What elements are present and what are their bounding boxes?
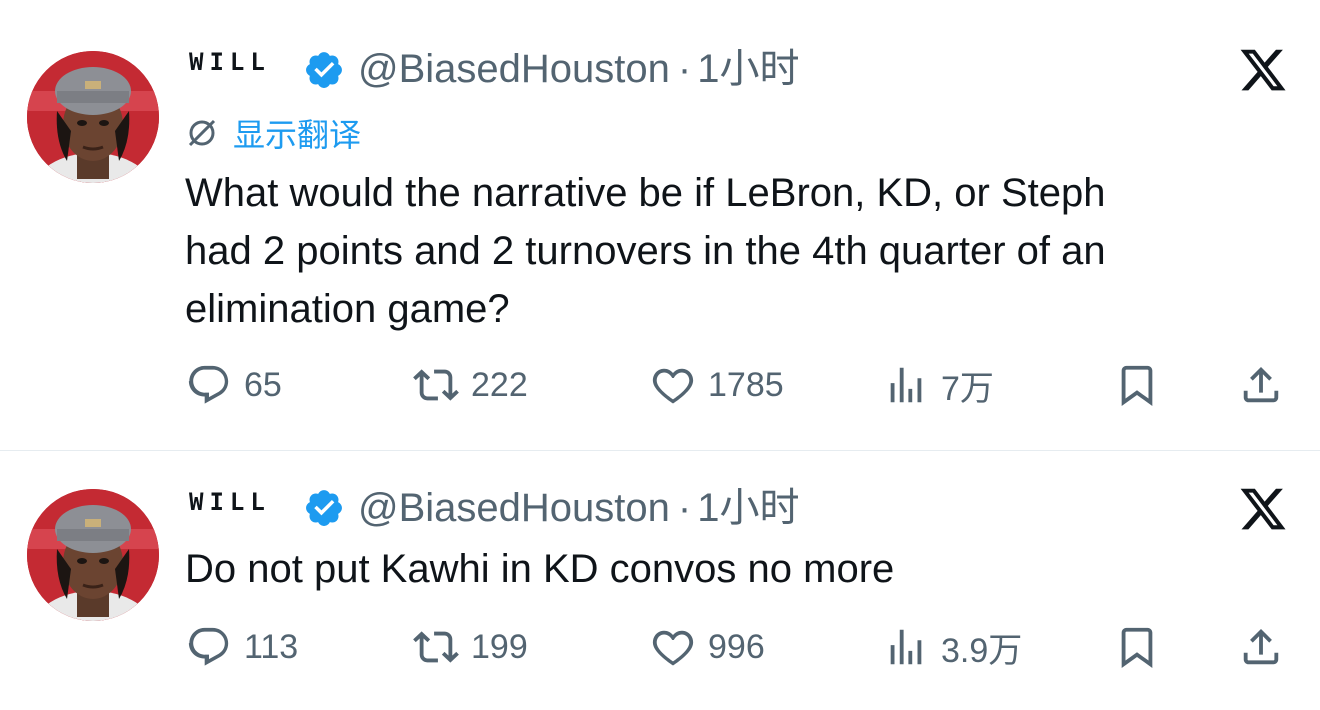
- reply-button[interactable]: 65: [186, 360, 282, 410]
- verified-badge-icon: [306, 52, 342, 88]
- tweet-text: Do not put Kawhi in KD convos no more: [185, 547, 895, 591]
- translate-icon: [188, 119, 216, 147]
- verified-badge-icon: [306, 490, 342, 526]
- views-count: 3.9万: [941, 631, 1023, 670]
- like-count: 1785: [708, 365, 784, 404]
- tweet[interactable]: WILL @BiasedHouston · 1小时 显示翻译 What would …: [0, 0, 1320, 450]
- reply-icon: [188, 365, 229, 404]
- reply-icon: [188, 627, 229, 666]
- share-button[interactable]: [1238, 622, 1284, 672]
- views-icon: [890, 367, 922, 403]
- tweet-meta: @BiasedHouston · 1小时: [358, 46, 799, 92]
- user-handle[interactable]: @BiasedHouston: [358, 486, 670, 530]
- like-count: 996: [708, 627, 765, 666]
- retweet-button[interactable]: 222: [413, 360, 528, 410]
- like-button[interactable]: 1785: [650, 360, 784, 410]
- share-icon: [1243, 366, 1279, 403]
- bookmark-icon: [1121, 627, 1153, 668]
- bookmark-button[interactable]: [1114, 360, 1160, 410]
- reply-count: 65: [244, 365, 282, 404]
- reply-button[interactable]: 113: [186, 622, 298, 672]
- retweet-count: 199: [471, 627, 528, 666]
- tweet-text: What would the narrative be if LeBron, K…: [185, 171, 1106, 331]
- timestamp[interactable]: 1小时: [697, 486, 799, 530]
- reply-count: 113: [244, 627, 299, 666]
- share-icon: [1243, 628, 1279, 665]
- views-count: 7万: [941, 369, 994, 408]
- avatar[interactable]: [27, 489, 159, 621]
- bookmark-button[interactable]: [1114, 622, 1160, 672]
- avatar[interactable]: [27, 51, 159, 183]
- like-icon: [652, 630, 694, 666]
- timestamp[interactable]: 1小时: [697, 47, 799, 91]
- retweet-icon: [413, 631, 459, 663]
- retweet-button[interactable]: 199: [413, 622, 528, 672]
- meta-separator: ·: [677, 47, 692, 91]
- display-name[interactable]: WILL: [189, 488, 271, 516]
- tweet[interactable]: WILL @BiasedHouston · 1小时 Do not put Kawhi…: [0, 451, 1320, 710]
- retweet-icon: [413, 369, 459, 401]
- retweet-count: 222: [471, 365, 528, 404]
- translate-label[interactable]: 显示翻译: [233, 110, 361, 156]
- x-logo-icon[interactable]: [1238, 484, 1288, 534]
- user-handle[interactable]: @BiasedHouston: [358, 47, 670, 91]
- display-name[interactable]: WILL: [189, 48, 271, 76]
- meta-separator: ·: [677, 486, 692, 530]
- like-icon: [652, 368, 694, 404]
- tweet-meta: @BiasedHouston · 1小时: [358, 485, 799, 531]
- translate-link[interactable]: 显示翻译: [185, 113, 361, 153]
- like-button[interactable]: 996: [650, 622, 765, 672]
- share-button[interactable]: [1238, 360, 1284, 410]
- bookmark-icon: [1121, 365, 1153, 406]
- views-icon: [890, 629, 922, 665]
- views-button[interactable]: 3.9万: [883, 622, 1022, 672]
- views-button[interactable]: 7万: [883, 360, 994, 410]
- x-logo-icon[interactable]: [1238, 45, 1288, 95]
